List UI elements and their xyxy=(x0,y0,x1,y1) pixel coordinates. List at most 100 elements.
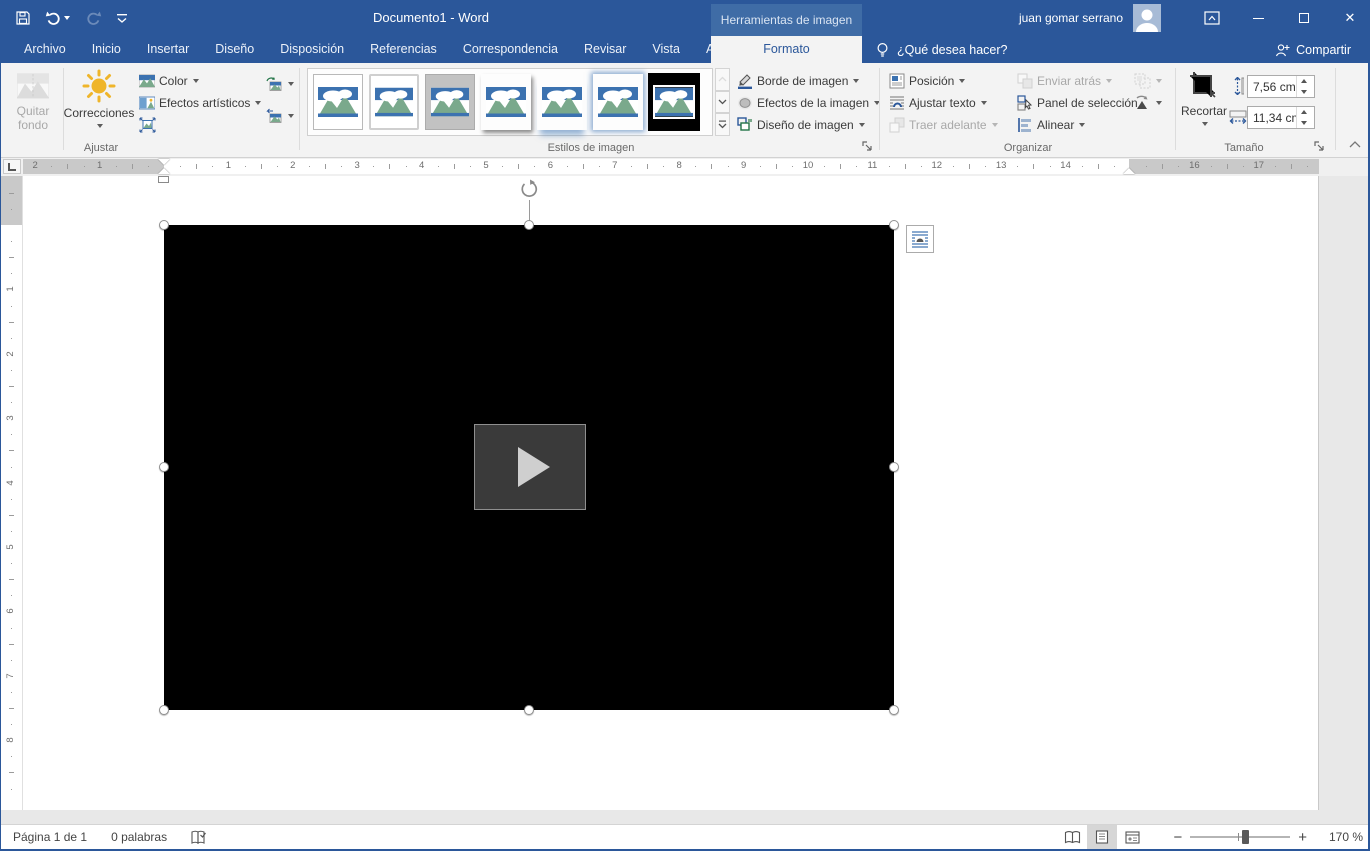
rotate-objects-button[interactable] xyxy=(1134,92,1162,113)
handle-bottom-right[interactable] xyxy=(889,705,899,715)
ruler-number: 16 xyxy=(1188,160,1200,171)
maximize-button[interactable] xyxy=(1289,3,1319,33)
arrange-group-label: Organizar xyxy=(978,142,1078,154)
compress-pictures-button[interactable] xyxy=(139,114,156,135)
zoom-slider-thumb[interactable] xyxy=(1242,830,1249,844)
ribbon-display-options-button[interactable] xyxy=(1197,3,1227,33)
handle-bottom-center[interactable] xyxy=(524,705,534,715)
tab-selector[interactable] xyxy=(3,159,21,174)
picture-border-button[interactable]: Borde de imagen xyxy=(737,70,859,91)
word-count[interactable]: 0 palabras xyxy=(99,825,179,849)
layout-options-button[interactable] xyxy=(906,225,934,253)
send-backward-button[interactable]: Enviar atrás xyxy=(1017,70,1112,91)
width-spin-up[interactable] xyxy=(1297,107,1311,118)
gallery-more-button[interactable] xyxy=(715,113,730,136)
right-indent-marker[interactable] xyxy=(1123,168,1135,174)
hanging-indent-marker[interactable] xyxy=(158,168,170,174)
left-indent-marker[interactable] xyxy=(158,176,169,183)
crop-button[interactable]: Recortar xyxy=(1181,67,1227,149)
ruler-tick xyxy=(11,273,12,274)
picture-style-thumbnail[interactable] xyxy=(425,74,475,130)
minimize-button[interactable] xyxy=(1243,3,1273,33)
print-layout-view-button[interactable] xyxy=(1087,825,1117,849)
handle-top-center[interactable] xyxy=(524,220,534,230)
color-button[interactable]: Color xyxy=(139,70,199,91)
picture-style-thumbnail[interactable] xyxy=(313,74,363,130)
picture-styles-dialog-launcher[interactable] xyxy=(861,140,874,153)
tab-inicio[interactable]: Inicio xyxy=(79,36,134,63)
height-spin-up[interactable] xyxy=(1297,76,1311,87)
proofing-status-icon[interactable] xyxy=(179,825,219,849)
tab-referencias[interactable]: Referencias xyxy=(357,36,450,63)
shape-height-input[interactable] xyxy=(1248,76,1296,97)
save-button[interactable] xyxy=(15,6,31,30)
ribbon: Quitar fondo Correcciones xyxy=(1,63,1370,158)
remove-background-button[interactable]: Quitar fondo xyxy=(7,67,59,149)
zoom-slider[interactable] xyxy=(1190,836,1290,838)
tell-me-box[interactable]: ¿Qué desea hacer? xyxy=(876,36,1008,63)
web-layout-view-button[interactable] xyxy=(1117,825,1147,849)
picture-style-thumbnail[interactable] xyxy=(481,74,531,130)
zoom-in-button[interactable]: + xyxy=(1290,829,1315,846)
align-button[interactable]: Alinear xyxy=(1017,114,1085,135)
shape-height-spinner xyxy=(1296,76,1311,97)
picture-style-thumbnail[interactable] xyxy=(593,74,643,130)
tab-vista[interactable]: Vista xyxy=(639,36,693,63)
vertical-ruler[interactable]: 12345678 xyxy=(1,176,23,810)
height-spin-down[interactable] xyxy=(1297,87,1311,98)
tab-disposicion[interactable]: Disposición xyxy=(267,36,357,63)
handle-top-right[interactable] xyxy=(889,220,899,230)
change-picture-button[interactable] xyxy=(265,73,294,94)
gallery-scroll-up-button[interactable] xyxy=(715,68,730,91)
width-spin-down[interactable] xyxy=(1297,118,1311,129)
picture-effects-button[interactable]: Efectos de la imagen xyxy=(737,92,880,113)
remove-background-label-2: fondo xyxy=(18,118,48,132)
bring-forward-button[interactable]: Traer adelante xyxy=(889,114,998,135)
handle-middle-right[interactable] xyxy=(889,462,899,472)
tab-correspondencia[interactable]: Correspondencia xyxy=(450,36,571,63)
shape-width-input[interactable] xyxy=(1248,107,1296,128)
collapse-ribbon-button[interactable] xyxy=(1349,140,1363,152)
horizontal-ruler[interactable]: 2112345678910111213141617 xyxy=(23,159,1319,174)
ruler-number: 17 xyxy=(1253,160,1265,171)
tab-diseno[interactable]: Diseño xyxy=(202,36,267,63)
handle-bottom-left[interactable] xyxy=(159,705,169,715)
ruler-tick xyxy=(148,166,149,167)
picture-style-thumbnail-selected[interactable] xyxy=(649,74,699,130)
size-dialog-launcher[interactable] xyxy=(1313,140,1326,153)
zoom-level[interactable]: 170 % xyxy=(1315,830,1363,844)
artistic-effects-button[interactable]: Efectos artísticos xyxy=(139,92,261,113)
picture-style-thumbnail[interactable] xyxy=(537,74,587,130)
play-button[interactable] xyxy=(474,424,586,510)
ruler-tick xyxy=(776,164,777,169)
first-line-indent-marker[interactable] xyxy=(158,159,170,165)
avatar[interactable] xyxy=(1133,4,1161,32)
selection-pane-button[interactable]: Panel de selección xyxy=(1017,92,1138,113)
user-name: juan gomar serrano xyxy=(1019,11,1123,25)
tab-formato-active[interactable]: Formato xyxy=(711,36,862,63)
handle-top-left[interactable] xyxy=(159,220,169,230)
reset-picture-button[interactable] xyxy=(265,105,294,126)
handle-middle-left[interactable] xyxy=(159,462,169,472)
wrap-text-button[interactable]: Ajustar texto xyxy=(889,92,987,113)
share-button[interactable]: Compartir xyxy=(1275,36,1351,63)
corrections-button[interactable]: Correcciones xyxy=(67,67,131,149)
ruler-tick xyxy=(760,166,761,167)
undo-dropdown-caret[interactable] xyxy=(64,16,70,20)
zoom-out-button[interactable]: − xyxy=(1165,829,1190,846)
close-button[interactable]: ✕ xyxy=(1335,3,1365,33)
page-indicator[interactable]: Página 1 de 1 xyxy=(1,825,99,849)
rotation-handle[interactable] xyxy=(519,179,540,200)
picture-style-thumbnail[interactable] xyxy=(369,74,419,130)
gallery-scroll-down-button[interactable] xyxy=(715,91,730,114)
tab-archivo[interactable]: Archivo xyxy=(11,36,79,63)
undo-button[interactable] xyxy=(45,6,70,30)
group-objects-button[interactable] xyxy=(1134,70,1162,91)
tab-insertar[interactable]: Insertar xyxy=(134,36,202,63)
picture-layout-button[interactable]: Diseño de imagen xyxy=(737,114,865,135)
redo-button[interactable] xyxy=(84,6,102,30)
read-mode-view-button[interactable] xyxy=(1057,825,1087,849)
customize-quick-access-button[interactable] xyxy=(116,6,128,30)
position-button[interactable]: Posición xyxy=(889,70,965,91)
tab-revisar[interactable]: Revisar xyxy=(571,36,639,63)
